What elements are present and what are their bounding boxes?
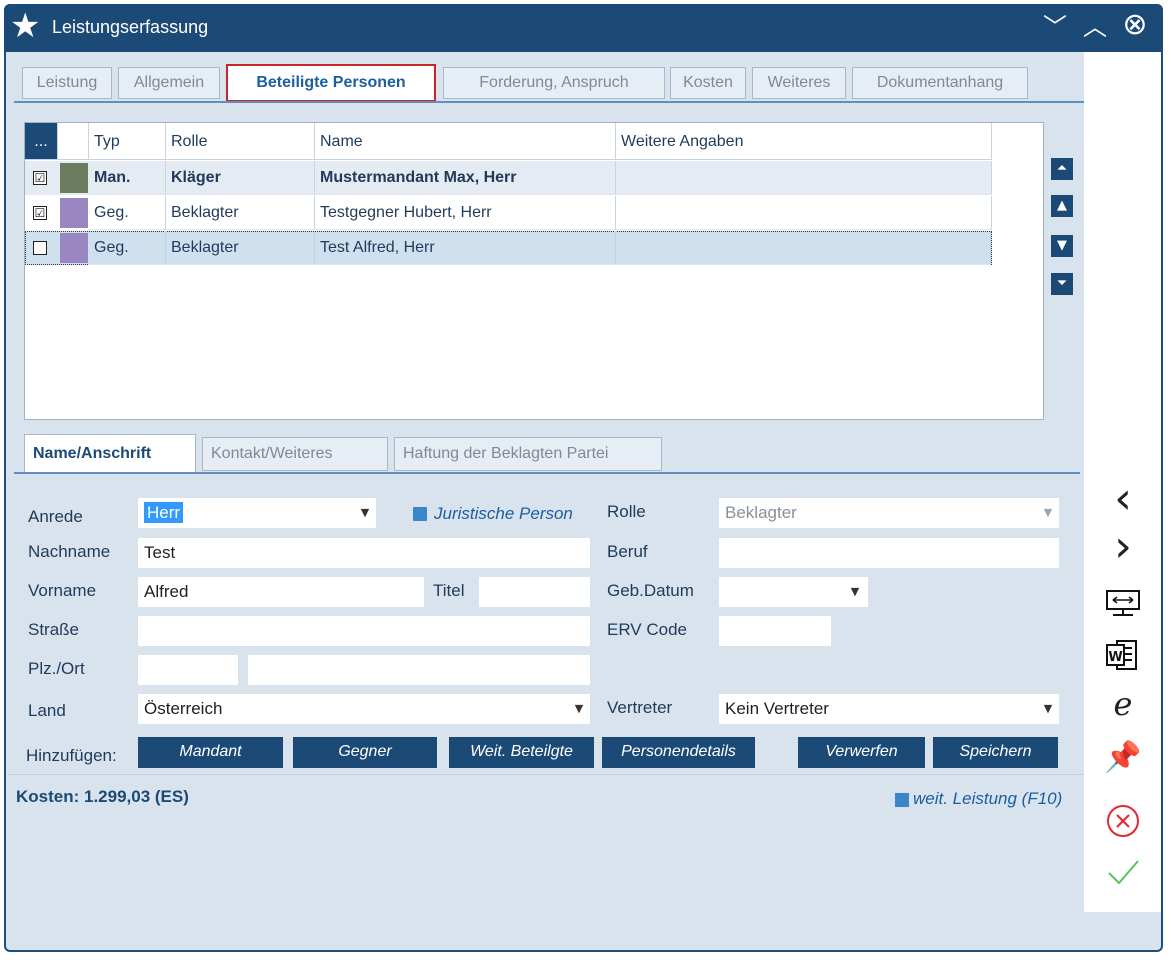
divider <box>8 774 1084 775</box>
row-checkbox[interactable]: ☑ <box>33 206 47 220</box>
speichern-button[interactable]: Speichern <box>933 737 1058 768</box>
move-up-icon[interactable]: ▲ <box>1051 195 1073 217</box>
color-swatch <box>60 233 88 263</box>
row-name: Testgegner Hubert, Herr <box>315 196 616 230</box>
hinzufuegen-label: Hinzufügen: <box>26 746 117 765</box>
dropdown-arrow-icon[interactable]: ▼ <box>356 498 374 528</box>
monitor-icon[interactable] <box>1105 589 1141 619</box>
strasse-field[interactable] <box>138 616 590 646</box>
juristische-checkbox[interactable] <box>413 507 427 521</box>
kosten-summary: Kosten: 1.299,03 (ES) <box>16 787 189 806</box>
internet-explorer-icon[interactable]: ℯ <box>1098 686 1148 722</box>
dropdown-arrow-icon[interactable]: ▼ <box>1040 694 1056 724</box>
minimize-chevron-icon[interactable]: ﹀ <box>1038 14 1072 40</box>
vorname-label: Vorname <box>28 581 97 600</box>
plz-field[interactable] <box>138 655 238 685</box>
word-icon[interactable]: W <box>1105 638 1139 672</box>
anrede-select[interactable]: Herr <box>138 498 376 528</box>
row-weitere <box>616 196 992 230</box>
dropdown-arrow-icon[interactable]: ▼ <box>570 694 588 724</box>
dropdown-arrow-icon[interactable]: ▼ <box>846 577 864 607</box>
tab-kosten[interactable]: Kosten <box>670 67 746 99</box>
row-weitere <box>616 231 991 265</box>
color-swatch <box>60 163 88 193</box>
personendetails-button[interactable]: Personendetails <box>602 737 755 768</box>
svg-text:W: W <box>1108 650 1122 665</box>
ort-field[interactable] <box>248 655 590 685</box>
weit-leistung-label: weit. Leistung (F10) <box>913 789 1063 808</box>
close-icon[interactable]: ⊗ <box>1116 10 1154 40</box>
cancel-icon[interactable] <box>1105 803 1141 839</box>
row-checkbox[interactable] <box>33 241 47 255</box>
row-typ: Geg. <box>89 196 166 230</box>
vertreter-select[interactable]: Kein Vertreter <box>719 694 1059 724</box>
row-rolle: Kläger <box>166 161 315 195</box>
rolle-label: Rolle <box>607 502 646 521</box>
star-icon: ★ <box>10 6 41 46</box>
nachname-label: Nachname <box>28 542 111 561</box>
move-bottom-icon[interactable]: ⏷ <box>1051 273 1073 295</box>
tab-dokumentanhang[interactable]: Dokumentanhang <box>852 67 1028 99</box>
row-weitere <box>616 161 992 195</box>
subtab-underline <box>14 472 1080 474</box>
land-label: Land <box>28 701 66 720</box>
row-typ: Man. <box>89 161 166 195</box>
row-name: Test Alfred, Herr <box>315 231 616 265</box>
grid-header-rolle[interactable]: Rolle <box>166 123 315 160</box>
verwerfen-button[interactable]: Verwerfen <box>798 737 925 768</box>
row-checkbox[interactable]: ☑ <box>33 171 47 185</box>
chevron-right-icon[interactable]: › <box>1098 522 1148 572</box>
row-name: Mustermandant Max, Herr <box>315 161 616 195</box>
erv-label: ERV Code <box>607 620 688 639</box>
color-swatch <box>60 198 88 228</box>
dropdown-arrow-icon[interactable]: ▼ <box>1040 498 1056 528</box>
vertreter-label: Vertreter <box>607 698 673 717</box>
add-mandant-button[interactable]: Mandant <box>138 737 283 768</box>
tab-leistung[interactable]: Leistung <box>22 67 112 99</box>
move-down-icon[interactable]: ▼ <box>1051 235 1073 257</box>
tab-beteiligte-personen[interactable]: Beteiligte Personen <box>226 64 436 102</box>
beruf-label: Beruf <box>607 542 648 561</box>
tab-name-anschrift[interactable]: Name/Anschrift <box>24 434 196 474</box>
erv-field[interactable] <box>719 616 831 646</box>
vorname-field[interactable]: Alfred <box>138 577 424 607</box>
pin-icon[interactable]: 📌 <box>1098 740 1148 776</box>
grid-options-button[interactable]: ... <box>25 123 58 160</box>
strasse-label: Straße <box>28 620 80 639</box>
anrede-value: Herr <box>144 502 184 523</box>
tab-haftung[interactable]: Haftung der Beklagten Partei <box>394 437 662 471</box>
nachname-field[interactable]: Test <box>138 538 590 568</box>
weit-leistung-checkbox[interactable] <box>895 793 909 807</box>
row-typ: Geg. <box>89 231 166 265</box>
grid-header-color <box>58 123 89 160</box>
tab-allgemein[interactable]: Allgemein <box>118 67 220 99</box>
tab-underline <box>14 101 1084 103</box>
chevron-left-icon[interactable]: ‹ <box>1098 474 1148 524</box>
grid-header-weitere-angaben[interactable]: Weitere Angaben <box>616 123 992 160</box>
move-top-icon[interactable]: ⏶ <box>1051 158 1073 180</box>
grid-header-name[interactable]: Name <box>315 123 616 160</box>
plzort-label: Plz./Ort <box>28 659 85 678</box>
land-select[interactable]: Österreich <box>138 694 590 724</box>
titel-field[interactable] <box>479 577 590 607</box>
titel-label: Titel <box>433 581 465 600</box>
window-title: Leistungserfassung <box>52 17 209 37</box>
confirm-check-icon[interactable] <box>1105 855 1141 889</box>
row-rolle: Beklagter <box>166 196 315 230</box>
tab-forderung-anspruch[interactable]: Forderung, Anspruch <box>443 67 665 99</box>
beruf-field[interactable] <box>719 538 1059 568</box>
grid-header-typ[interactable]: Typ <box>89 123 166 160</box>
row-rolle: Beklagter <box>166 231 315 265</box>
tab-kontakt-weiteres[interactable]: Kontakt/Weiteres <box>202 437 388 471</box>
maximize-chevron-icon[interactable]: ︿ <box>1078 14 1112 40</box>
anrede-label: Anrede <box>28 507 83 526</box>
gebdatum-label: Geb.Datum <box>607 581 694 600</box>
rolle-select[interactable]: Beklagter <box>719 498 1059 528</box>
tab-weiteres[interactable]: Weiteres <box>752 67 846 99</box>
add-weitere-beteiligte-button[interactable]: Weit. Beteilgte <box>449 737 594 768</box>
juristische-label: Juristische Person <box>434 504 573 523</box>
add-gegner-button[interactable]: Gegner <box>293 737 437 768</box>
